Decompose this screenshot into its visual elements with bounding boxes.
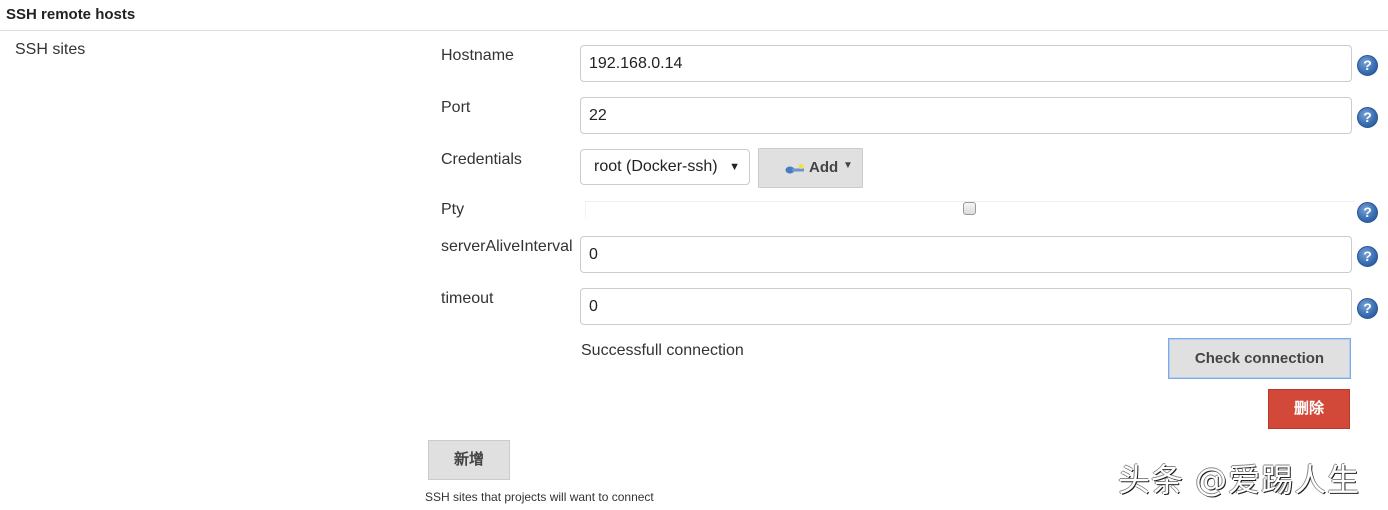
- port-label: Port: [441, 99, 471, 116]
- section-title: SSH remote hosts: [6, 6, 136, 23]
- watermark: 头条 @爱踢人生: [1118, 461, 1361, 499]
- delete-button[interactable]: 删除: [1268, 389, 1350, 429]
- port-help-icon[interactable]: ?: [1357, 107, 1378, 128]
- hostname-help-icon[interactable]: ?: [1357, 55, 1378, 76]
- timeout-label: timeout: [441, 290, 494, 307]
- pty-checkbox[interactable]: [963, 202, 976, 215]
- port-input[interactable]: [580, 97, 1352, 134]
- pty-label: Pty: [441, 201, 465, 218]
- ssh-sites-label: SSH sites: [15, 41, 86, 58]
- hostname-input[interactable]: [580, 45, 1352, 82]
- connection-status: Successfull connection: [581, 342, 744, 359]
- ssh-sites-help-text: SSH sites that projects will want to con…: [425, 490, 654, 504]
- section-divider: [0, 30, 1388, 31]
- timeout-input[interactable]: [580, 288, 1352, 325]
- server-alive-interval-help-icon[interactable]: ?: [1357, 246, 1378, 267]
- server-alive-interval-input[interactable]: [580, 236, 1352, 273]
- credentials-select[interactable]: root (Docker-ssh) ▼: [580, 149, 750, 185]
- timeout-help-icon[interactable]: ?: [1357, 298, 1378, 319]
- add-dropdown-icon: ▼: [843, 160, 853, 171]
- dropdown-caret-icon: ▼: [729, 161, 740, 173]
- hostname-label: Hostname: [441, 47, 514, 64]
- credentials-selected-value: root (Docker-ssh): [594, 158, 718, 175]
- check-connection-button[interactable]: Check connection: [1168, 338, 1351, 379]
- add-label: Add: [809, 159, 839, 176]
- add-credentials-button[interactable]: Add ▼: [758, 148, 863, 188]
- key-icon: [785, 164, 804, 174]
- pty-help-icon[interactable]: ?: [1357, 202, 1378, 223]
- credentials-label: Credentials: [441, 151, 522, 168]
- add-new-site-button[interactable]: 新增: [428, 440, 510, 480]
- server-alive-interval-label: serverAliveInterval: [441, 238, 573, 255]
